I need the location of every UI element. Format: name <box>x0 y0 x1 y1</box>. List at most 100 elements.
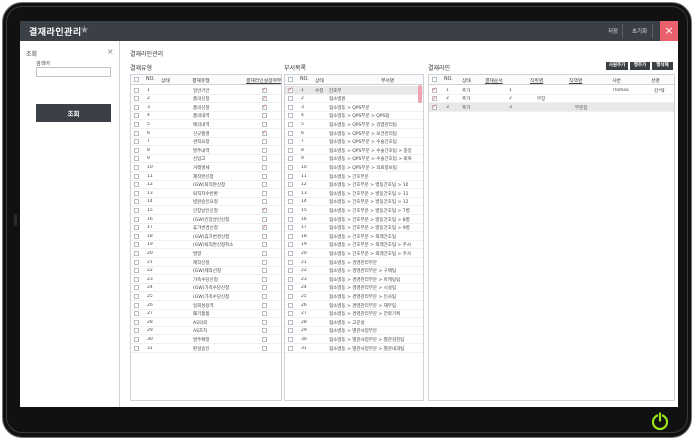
line-set-checkbox[interactable] <box>262 268 267 274</box>
table-row[interactable]: 14 병원승인요청 <box>131 198 281 207</box>
row-checkbox[interactable] <box>134 225 139 231</box>
table-row[interactable]: 15 인장날인신청 ✓ <box>131 206 281 215</box>
table-row[interactable]: ✓ 2 추가 2 부장 <box>429 95 674 104</box>
table-row[interactable]: 10 거래명세 <box>131 163 281 172</box>
table-row[interactable]: 21 협소병동 > 경영관리부문 <box>285 258 423 267</box>
favorite-star-icon[interactable]: ★ <box>80 25 89 36</box>
search-panel-close-icon[interactable]: × <box>107 47 114 56</box>
select-all-checkbox[interactable] <box>288 77 293 82</box>
line-set-checkbox[interactable] <box>262 113 267 119</box>
save-button[interactable]: 저장 <box>608 27 618 35</box>
row-checkbox[interactable] <box>288 328 293 334</box>
table-row[interactable]: 28 협소병동 > 고문실 <box>285 318 423 327</box>
line-set-checkbox[interactable] <box>262 345 267 351</box>
table-row[interactable]: 4 협소병동 > QPS부문 > QPS팀 <box>285 112 423 121</box>
line-set-checkbox[interactable] <box>262 293 267 299</box>
line-set-checkbox[interactable] <box>262 233 267 239</box>
column-header[interactable]: NO. <box>146 77 155 82</box>
table-row[interactable]: 27 협소병동 > 경영관리부문 > 전략기획 <box>285 310 423 319</box>
table-row[interactable]: 22 (GW)제작신청 <box>131 267 281 276</box>
close-window-button[interactable]: × <box>660 21 678 41</box>
column-header[interactable]: 결재라인설정여부 <box>246 77 281 84</box>
table-row[interactable]: 29 AS조치 <box>131 327 281 336</box>
table-row[interactable]: 6 협소병동 > QPS부문 > 보건관리팀 <box>285 129 423 138</box>
table-row[interactable]: 31 판설승인 <box>131 344 281 353</box>
column-header[interactable]: 상태 <box>462 77 471 84</box>
row-checkbox[interactable] <box>134 293 139 299</box>
row-checkbox[interactable] <box>288 285 293 291</box>
table-row[interactable]: ✓ 3 추가 3 부문장 <box>429 103 674 112</box>
table-row[interactable]: 23 가족수당신청 <box>131 275 281 284</box>
line-set-checkbox[interactable] <box>262 147 267 153</box>
line-set-checkbox[interactable] <box>262 328 267 334</box>
row-checkbox[interactable] <box>288 336 293 342</box>
row-checkbox[interactable] <box>288 216 293 222</box>
table-row[interactable]: 31 협소병동 > 별관사업부문 > 별관내과팀 <box>285 344 423 353</box>
search-keyword-input[interactable] <box>36 67 111 77</box>
table-row[interactable]: 11 제작완신청 <box>131 172 281 181</box>
table-row[interactable]: 9 협소병동 > QPS부문 > 수술간호팀 > 회복 <box>285 155 423 164</box>
table-row[interactable]: 3 협소병동 > QPS부문 <box>285 103 423 112</box>
table-row[interactable]: 30 발주확정 <box>131 335 281 344</box>
row-checkbox[interactable] <box>134 259 139 265</box>
row-checkbox[interactable] <box>288 250 293 256</box>
table-row[interactable]: 29 협소병동 > 별관사업부문 <box>285 327 423 336</box>
row-checkbox[interactable] <box>288 319 293 325</box>
row-checkbox[interactable] <box>134 285 139 291</box>
column-header[interactable]: 직책명 <box>569 77 582 84</box>
table-row[interactable]: 16 (GW)인장날인신청 <box>131 215 281 224</box>
table-row[interactable]: 19 (GW)퇴직완신청취소 <box>131 241 281 250</box>
row-checkbox[interactable] <box>134 216 139 222</box>
table-row[interactable]: 5 매각내역 <box>131 120 281 129</box>
row-checkbox[interactable] <box>134 302 139 308</box>
table-row[interactable]: 25 (GW)가족수당신청 <box>131 292 281 301</box>
table-row[interactable]: 22 협소병동 > 경영관리부문 > 구매팀 <box>285 267 423 276</box>
column-header[interactable]: NO. <box>444 77 453 82</box>
row-checkbox[interactable] <box>134 276 139 282</box>
line-set-checkbox[interactable] <box>262 259 267 265</box>
row-checkbox[interactable] <box>288 190 293 196</box>
table-row[interactable]: 21 제작신청 <box>131 258 281 267</box>
table-row[interactable]: 24 (GW)가족수당신청 <box>131 284 281 293</box>
column-header[interactable]: 사번 <box>612 77 621 84</box>
reset-button[interactable]: 초기화 <box>632 27 647 35</box>
line-set-checkbox[interactable] <box>262 319 267 325</box>
line-set-checkbox[interactable] <box>262 182 267 188</box>
line-set-checkbox[interactable] <box>262 285 267 291</box>
table-row[interactable]: 15 협소병동 > 간호부문 > 병동간호팀 > 7병 <box>285 206 423 215</box>
column-header[interactable]: 직위명 <box>530 77 543 84</box>
line-set-checkbox[interactable] <box>262 302 267 308</box>
departments-vscroll[interactable] <box>418 85 422 103</box>
table-row[interactable]: 17 협소병동 > 간호부문 > 병동간호팀 > 9병 <box>285 224 423 233</box>
line-set-checkbox[interactable] <box>262 164 267 170</box>
column-header[interactable]: 결재유형 <box>192 77 210 84</box>
row-checkbox[interactable] <box>288 130 293 136</box>
table-row[interactable]: 8 발주내역 <box>131 146 281 155</box>
row-checkbox[interactable] <box>288 113 293 119</box>
row-checkbox[interactable] <box>134 242 139 248</box>
row-checkbox[interactable] <box>134 121 139 127</box>
line-set-checkbox[interactable] <box>262 199 267 205</box>
add-row-button[interactable]: 행추가 <box>630 62 650 70</box>
table-row[interactable]: 10 협소병동 > QPS부문 > 의료정보팀 <box>285 163 423 172</box>
row-checkbox[interactable] <box>288 104 293 110</box>
table-row[interactable]: 6 신규품명 ✓ <box>131 129 281 138</box>
line-set-checkbox[interactable] <box>262 139 267 145</box>
row-checkbox[interactable] <box>134 182 139 188</box>
line-set-checkbox[interactable] <box>262 276 267 282</box>
row-checkbox[interactable] <box>134 268 139 274</box>
row-checkbox[interactable] <box>134 199 139 205</box>
row-checkbox[interactable] <box>288 345 293 351</box>
table-row[interactable]: 19 협소병동 > 간호부문 > 외래간호팀 > 주사 <box>285 241 423 250</box>
table-row[interactable]: 18 (GW)휴가변경신청 <box>131 232 281 241</box>
delete-row-button[interactable]: 행삭제 <box>652 62 673 70</box>
row-checkbox[interactable] <box>134 156 139 162</box>
table-row[interactable]: 27 폐기품품 <box>131 310 281 319</box>
line-set-checkbox[interactable] <box>262 242 267 248</box>
row-checkbox[interactable] <box>288 199 293 205</box>
row-checkbox[interactable] <box>134 336 139 342</box>
row-checkbox[interactable] <box>288 259 293 265</box>
column-header[interactable]: 성명 <box>651 77 660 84</box>
row-checkbox[interactable] <box>134 173 139 179</box>
row-checkbox[interactable] <box>134 345 139 351</box>
